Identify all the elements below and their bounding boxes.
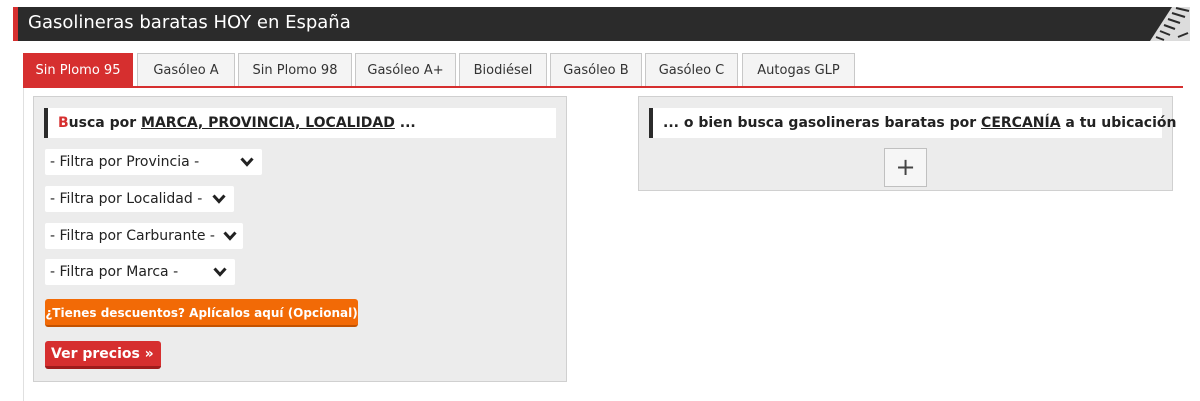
heading-text: usca por (68, 115, 142, 131)
tire-track-icon (1150, 7, 1190, 41)
tab-biodiesel[interactable]: Biodiésel (459, 53, 547, 86)
fuel-select[interactable]: - Filtra por Carburante - (45, 223, 243, 249)
page-title: Gasolineras baratas HOY en España (28, 12, 351, 33)
heading-ellipsis: ... (394, 115, 416, 131)
heading-link-criteria[interactable]: MARCA, PROVINCIA, LOCALIDAD (141, 115, 395, 131)
heading-initial: B (58, 115, 69, 131)
tab-gasoleo-a[interactable]: Gasóleo A (137, 53, 235, 86)
nearby-heading-text: ... o bien busca gasolineras baratas por (663, 115, 982, 131)
discounts-button[interactable]: ¿Tienes descuentos? Aplícalos aquí (Opci… (45, 299, 358, 327)
fuel-select-value: - Filtra por Carburante - (50, 228, 215, 244)
nearby-panel-heading: ... o bien busca gasolineras baratas por… (649, 108, 1177, 138)
chevron-down-icon (212, 194, 226, 204)
tab-gasoleo-c[interactable]: Gasóleo C (645, 53, 738, 86)
fuel-tabs: Sin Plomo 95 Gasóleo A Sin Plomo 98 Gasó… (23, 53, 1183, 88)
tab-gasoleo-b[interactable]: Gasóleo B (550, 53, 642, 86)
chevron-down-icon (213, 267, 227, 277)
province-select-value: - Filtra por Provincia - (50, 154, 200, 170)
locality-select-value: - Filtra por Localidad - (50, 191, 203, 207)
nearby-heading-link[interactable]: CERCANÍA (981, 115, 1061, 131)
chevron-down-icon (223, 231, 237, 241)
site-header: Gasolineras baratas HOY en España (13, 7, 1190, 41)
tab-sin-plomo-95[interactable]: Sin Plomo 95 (23, 53, 133, 86)
province-select[interactable]: - Filtra por Provincia - (45, 149, 262, 175)
nearby-panel: ... o bien busca gasolineras baratas por… (638, 96, 1177, 191)
brand-select[interactable]: - Filtra por Marca - (45, 259, 235, 285)
chevron-down-icon (240, 157, 254, 167)
tab-gasoleo-a-plus[interactable]: Gasóleo A+ (355, 53, 456, 86)
brand-select-value: - Filtra por Marca - (50, 264, 179, 280)
content-border (23, 88, 24, 401)
expand-location-button[interactable]: + (884, 148, 927, 187)
tab-sin-plomo-98[interactable]: Sin Plomo 98 (238, 53, 352, 86)
view-prices-button[interactable]: Ver precios » (45, 341, 161, 369)
search-panel: Busca por MARCA, PROVINCIA, LOCALIDAD ..… (33, 96, 567, 382)
locality-select[interactable]: - Filtra por Localidad - (45, 186, 234, 212)
search-panel-heading: Busca por MARCA, PROVINCIA, LOCALIDAD ..… (44, 108, 556, 138)
nearby-heading-suffix: a tu ubicación (1060, 115, 1177, 131)
tab-autogas-glp[interactable]: Autogas GLP (742, 53, 855, 86)
